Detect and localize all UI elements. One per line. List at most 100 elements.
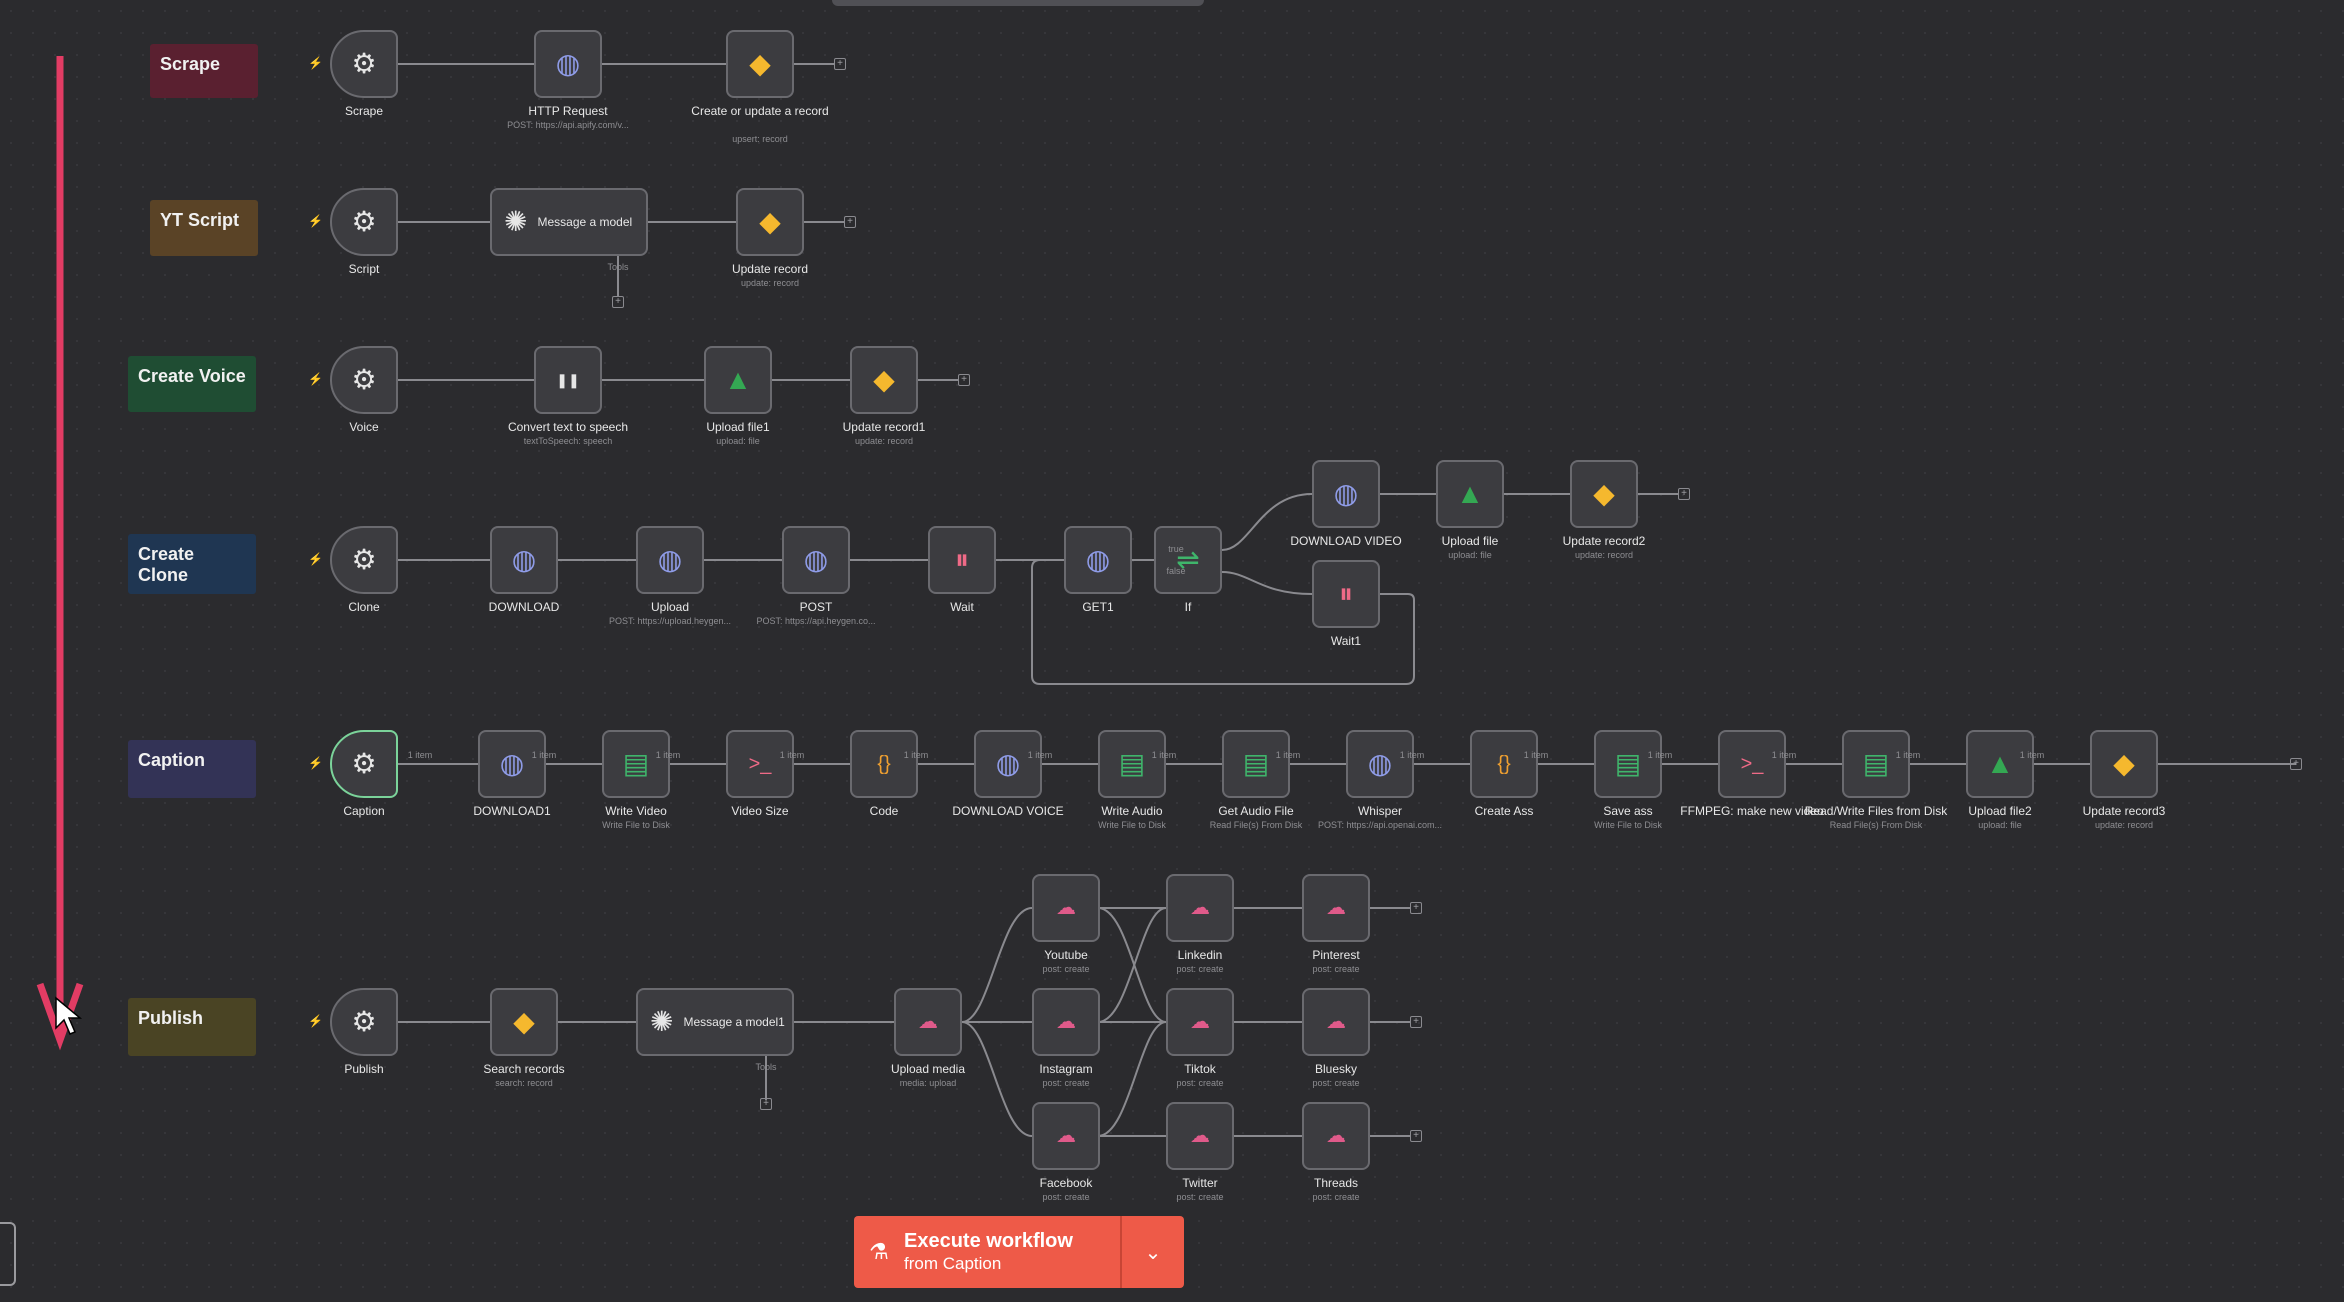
airtable-node[interactable]: ◆ (1570, 460, 1638, 528)
http-request-node[interactable]: ◍ (1312, 460, 1380, 528)
airtable-node[interactable]: ◆ (490, 988, 558, 1056)
node-sub: POST: https://api.openai.com... (1317, 820, 1443, 830)
airtable-node[interactable]: ◆ (850, 346, 918, 414)
add-node-button[interactable]: + (1410, 1016, 1422, 1028)
http-request-node[interactable]: ◍ (490, 526, 558, 594)
add-node-button[interactable]: + (958, 374, 970, 386)
post-node-youtube[interactable]: ☁ (1032, 874, 1100, 942)
add-node-button[interactable]: + (1410, 902, 1422, 914)
webhook-node-publish[interactable]: ⚙ (330, 988, 398, 1056)
item-count-label: 1 item (1895, 750, 1921, 760)
true-branch-label: true (1168, 544, 1184, 554)
item-count-label: 1 item (407, 750, 433, 760)
webhook-icon: ⚙ (351, 1006, 377, 1037)
globe-icon: ◍ (555, 48, 581, 79)
upload-cloud-icon: ☁ (1190, 1011, 1210, 1033)
tts-node[interactable]: ❚❚ (534, 346, 602, 414)
node-label: Publish (344, 1062, 384, 1076)
note-create-clone[interactable]: Create Clone (128, 534, 256, 594)
post-node-tiktok[interactable]: ☁ (1166, 988, 1234, 1056)
add-node-button[interactable]: + (844, 216, 856, 228)
http-request-node[interactable]: ◍ (534, 30, 602, 98)
caption-node[interactable]: >_ (1718, 730, 1786, 798)
add-node-button[interactable]: + (834, 58, 846, 70)
caption-node[interactable]: ◆ (2090, 730, 2158, 798)
execute-workflow-button[interactable]: ⚗ Execute workflow from Caption ⌄ (854, 1216, 1184, 1288)
node-label: Update record2 (1562, 534, 1646, 548)
webhook-icon: ⚙ (351, 544, 377, 575)
caption-node[interactable]: ▤ (602, 730, 670, 798)
note-yt-script[interactable]: YT Script (150, 200, 258, 256)
node-label: Pinterest (1312, 948, 1360, 962)
http-request-node[interactable]: ◍ (1064, 526, 1132, 594)
add-node-button[interactable]: + (1410, 1130, 1422, 1142)
item-count-label: 1 item (1275, 750, 1301, 760)
caption-node[interactable]: ▤ (1222, 730, 1290, 798)
openai-node[interactable]: ✺ Message a model1 (636, 988, 794, 1056)
wait-node[interactable]: ⏸ (928, 526, 996, 594)
caption-node[interactable]: ▤ (1594, 730, 1662, 798)
note-create-voice[interactable]: Create Voice (128, 356, 256, 412)
add-node-button[interactable]: + (2290, 758, 2302, 770)
add-node-button[interactable]: + (1678, 488, 1690, 500)
caption-node[interactable]: ◍ (974, 730, 1042, 798)
side-panel-toggle[interactable] (0, 1222, 16, 1286)
node-sub: update: record (1574, 550, 1634, 560)
upload-post-node[interactable]: ☁ (894, 988, 962, 1056)
caption-node[interactable]: ▤ (1098, 730, 1166, 798)
node-sub: upsert: record (732, 134, 788, 144)
add-tool-button[interactable]: + (612, 296, 624, 308)
node-label: Caption (343, 804, 385, 818)
openai-node[interactable]: ✺ Message a model (490, 188, 648, 256)
webhook-node-caption[interactable]: ⚙ (330, 730, 398, 798)
caption-node[interactable]: ▲ (1966, 730, 2034, 798)
webhook-node-script[interactable]: ⚙ (330, 188, 398, 256)
node-sub: POST: https://upload.heygen... (608, 616, 732, 626)
tools-label: Tools (755, 1062, 777, 1072)
node-label: Bluesky (1314, 1062, 1358, 1076)
note-publish[interactable]: Publish (128, 998, 256, 1056)
node-label: Convert text to speech (507, 420, 629, 434)
post-node-threads[interactable]: ☁ (1302, 1102, 1370, 1170)
webhook-node-scrape[interactable]: ⚙ (330, 30, 398, 98)
globe-icon: ◍ (1333, 478, 1359, 509)
note-caption[interactable]: Caption (128, 740, 256, 798)
http-request-node[interactable]: ◍ (636, 526, 704, 594)
upload-cloud-icon: ☁ (1326, 897, 1346, 919)
post-node-linkedin[interactable]: ☁ (1166, 874, 1234, 942)
node-label: Wait1 (1330, 634, 1362, 648)
openai-icon: ✺ (504, 206, 528, 237)
caption-node[interactable]: ▤ (1842, 730, 1910, 798)
post-node-twitter[interactable]: ☁ (1166, 1102, 1234, 1170)
globe-icon: ◍ (657, 544, 683, 575)
caption-node[interactable]: ◍ (478, 730, 546, 798)
webhook-node-clone[interactable]: ⚙ (330, 526, 398, 594)
node-label: Message a model (537, 215, 633, 229)
node-sub: upload: file (716, 436, 760, 446)
node-label: Create or update a record (691, 104, 829, 118)
caption-node[interactable]: {} (850, 730, 918, 798)
caption-node[interactable]: >_ (726, 730, 794, 798)
webhook-node-voice[interactable]: ⚙ (330, 346, 398, 414)
post-node-pinterest[interactable]: ☁ (1302, 874, 1370, 942)
chevron-down-icon[interactable]: ⌄ (1122, 1216, 1184, 1288)
flask-icon: ⚗ (869, 1239, 889, 1264)
airtable-icon: ◆ (873, 364, 895, 395)
add-tool-button[interactable]: + (760, 1098, 772, 1110)
post-node-bluesky[interactable]: ☁ (1302, 988, 1370, 1056)
google-drive-node[interactable]: ▲ (1436, 460, 1504, 528)
if-node[interactable]: ⇌ (1154, 526, 1222, 594)
upload-cloud-icon: ☁ (1190, 897, 1210, 919)
airtable-node[interactable]: ◆ (736, 188, 804, 256)
post-node-instagram[interactable]: ☁ (1032, 988, 1100, 1056)
caption-node[interactable]: {} (1470, 730, 1538, 798)
node-label: If (1184, 600, 1192, 614)
node-sub: POST: https://api.apify.com/v... (507, 120, 629, 130)
post-node-facebook[interactable]: ☁ (1032, 1102, 1100, 1170)
wait-node[interactable]: ⏸ (1312, 560, 1380, 628)
google-drive-node[interactable]: ▲ (704, 346, 772, 414)
caption-node[interactable]: ◍ (1346, 730, 1414, 798)
note-scrape[interactable]: Scrape (150, 44, 258, 98)
http-request-node[interactable]: ◍ (782, 526, 850, 594)
airtable-node[interactable]: ◆ (726, 30, 794, 98)
